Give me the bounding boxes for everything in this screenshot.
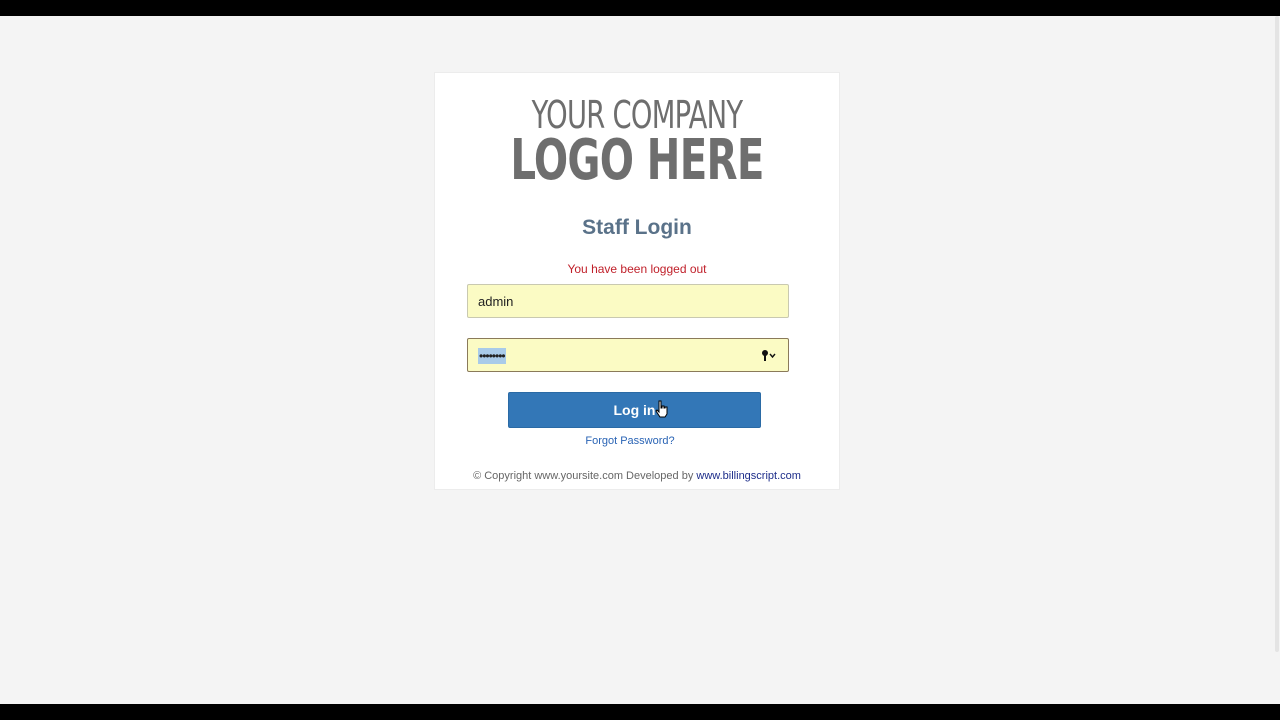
login-button[interactable]: Log in: [508, 392, 761, 428]
password-masked-value: ••••••••: [478, 348, 506, 364]
forgot-password-link[interactable]: Forgot Password?: [435, 435, 825, 447]
developer-link[interactable]: www.billingscript.com: [696, 470, 801, 482]
key-icon[interactable]: [760, 349, 778, 363]
footer-copyright: © Copyright www.yoursite.com Developed b…: [435, 470, 839, 482]
login-card: YOUR COMPANY LOGO HERE Staff Login You h…: [434, 72, 840, 490]
username-input[interactable]: [467, 284, 789, 318]
copyright-text: © Copyright www.yoursite.com Developed b…: [473, 470, 694, 482]
page-title: Staff Login: [582, 216, 692, 239]
logout-message: You have been logged out: [567, 262, 707, 276]
logo-line-2: LOGO HERE: [510, 128, 764, 193]
page-scrollbar[interactable]: [1274, 16, 1280, 704]
hand-pointer-cursor-icon: [655, 400, 669, 418]
company-logo: YOUR COMPANY LOGO HERE: [492, 95, 783, 193]
password-input[interactable]: ••••••••: [467, 338, 789, 372]
scrollbar-thumb[interactable]: [1275, 16, 1279, 652]
browser-viewport: YOUR COMPANY LOGO HERE Staff Login You h…: [0, 16, 1280, 704]
